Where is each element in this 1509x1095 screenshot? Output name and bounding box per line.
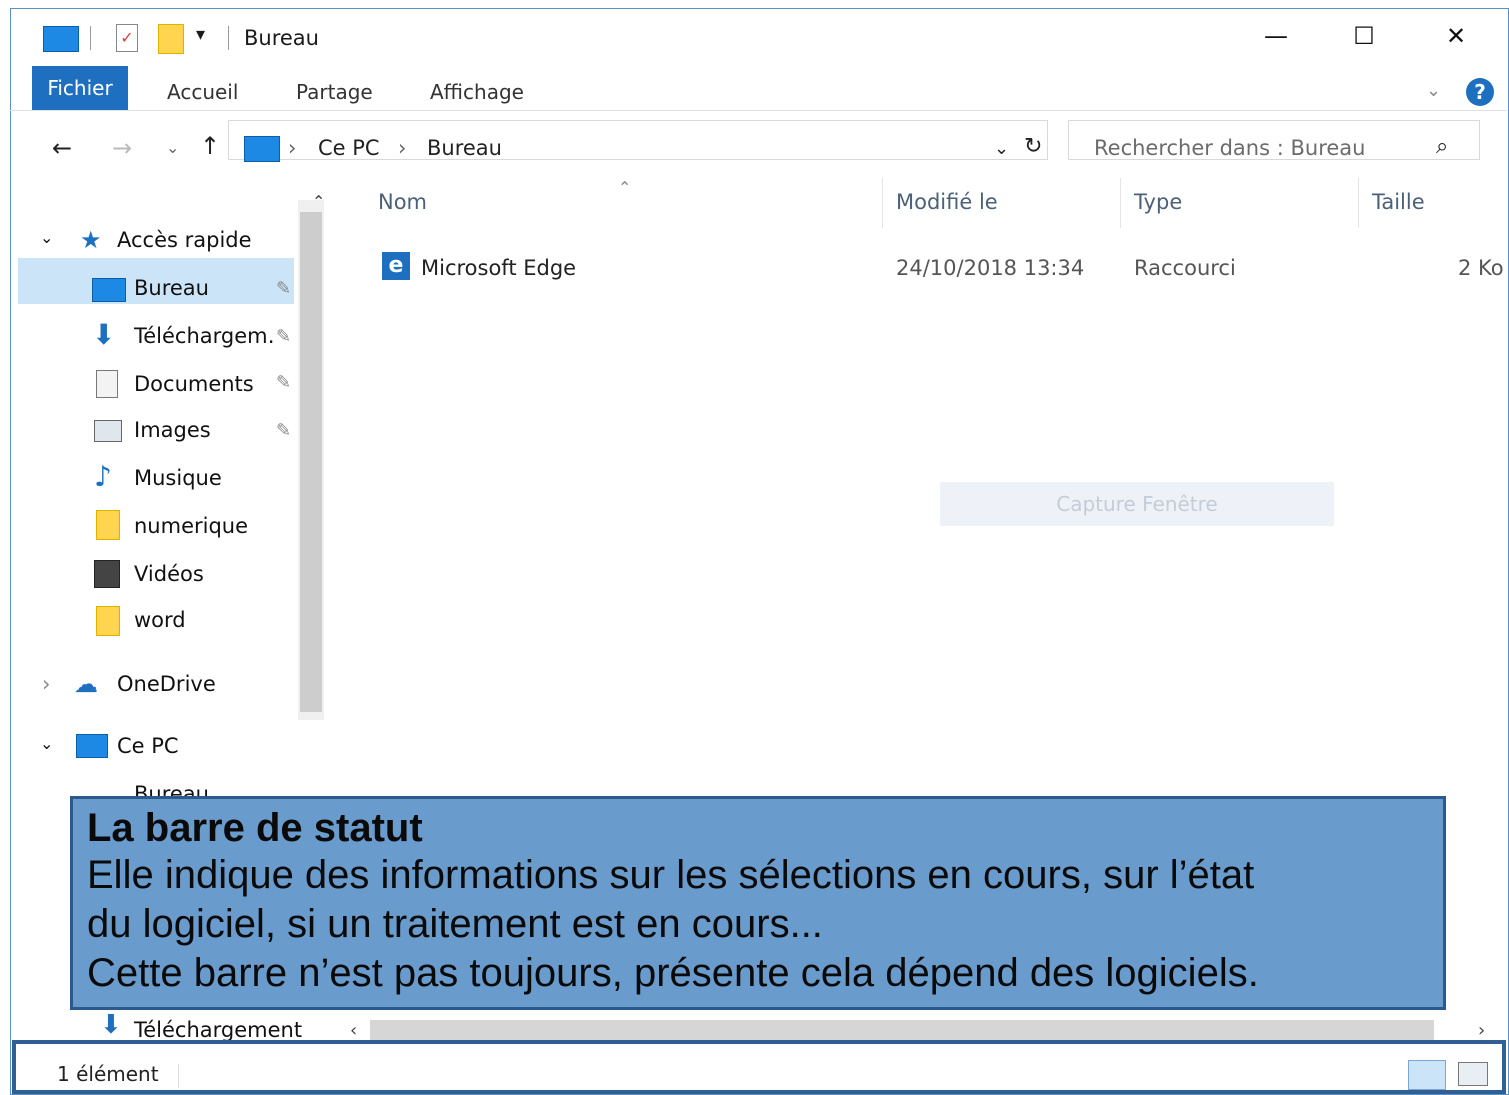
pc-icon (244, 136, 280, 162)
large-icons-view-icon[interactable] (1458, 1062, 1488, 1086)
folder-icon (96, 606, 120, 636)
pin-icon[interactable]: ✎ (276, 278, 291, 299)
star-icon: ★ (80, 226, 102, 254)
divider (178, 1064, 179, 1088)
nav-item-desktop[interactable]: Bureau (134, 276, 209, 300)
minimize-button[interactable]: — (1246, 22, 1306, 50)
expand-ribbon-icon[interactable]: ⌄ (1426, 80, 1441, 101)
chevron-right-icon[interactable]: › (42, 672, 50, 696)
pin-icon[interactable]: ✎ (276, 372, 291, 393)
column-size[interactable]: Taille (1372, 190, 1425, 214)
nav-item-word[interactable]: word (134, 608, 186, 632)
chevron-down-icon[interactable]: ⌄ (40, 734, 53, 753)
document-icon (96, 370, 118, 398)
nav-onedrive[interactable]: OneDrive (117, 672, 216, 696)
pc-icon (76, 734, 108, 758)
column-name[interactable]: Nom (378, 190, 427, 214)
scroll-left-icon[interactable]: ‹ (350, 1020, 357, 1041)
tab-home[interactable]: Accueil (167, 80, 238, 104)
new-folder-icon[interactable] (158, 24, 184, 54)
address-dropdown-icon[interactable]: ⌄ (994, 138, 1009, 159)
divider (228, 26, 229, 50)
desktop-icon (92, 278, 126, 302)
window-title: Bureau (244, 26, 319, 50)
nav-quick-access[interactable]: Accès rapide (117, 228, 252, 252)
scroll-right-icon[interactable]: › (1478, 1020, 1485, 1041)
nav-item-images[interactable]: Images (134, 418, 211, 442)
forward-button[interactable]: → (112, 134, 132, 162)
file-modified: 24/10/2018 13:34 (896, 256, 1085, 280)
edge-shortcut-icon: e (382, 252, 410, 280)
annotation-title: La barre de statut (87, 806, 423, 850)
chevron-down-icon[interactable]: ⌄ (40, 228, 53, 247)
back-button[interactable]: ← (52, 134, 72, 162)
annotation-line: Elle indique des informations sur les sé… (87, 853, 1255, 897)
maximize-button[interactable]: ☐ (1334, 22, 1394, 50)
download-icon: ⬇ (92, 318, 116, 351)
chevron-right-icon: › (288, 136, 297, 160)
nav-item-documents[interactable]: Documents (134, 372, 254, 396)
nav-item-music[interactable]: Musique (134, 466, 222, 490)
breadcrumb-desktop[interactable]: Bureau (427, 136, 502, 160)
quick-access-dropdown-icon[interactable]: ▾ (196, 24, 205, 45)
chevron-right-icon: › (398, 136, 407, 160)
cloud-icon: ☁ (74, 670, 98, 698)
tab-file[interactable]: Fichier (32, 66, 128, 110)
file-type: Raccourci (1134, 256, 1236, 280)
image-icon (94, 420, 122, 442)
scroll-up-icon[interactable]: ⌃ (312, 192, 325, 211)
search-icon[interactable]: ⌕ (1436, 134, 1448, 159)
capture-watermark: Capture Fenêtre (940, 482, 1334, 526)
annotation-line: Cette barre n’est pas toujours, présente… (87, 951, 1259, 995)
column-modified[interactable]: Modifié le (896, 190, 998, 214)
download-icon: ⬇ (100, 1010, 122, 1040)
nav-item-videos[interactable]: Vidéos (134, 562, 204, 586)
column-divider[interactable] (1358, 178, 1359, 228)
column-divider[interactable] (1120, 178, 1121, 228)
tab-share[interactable]: Partage (296, 80, 373, 104)
help-icon[interactable]: ? (1466, 78, 1494, 106)
nav-item-numerique[interactable]: numerique (134, 514, 248, 538)
nav-pc-item-downloads[interactable]: Téléchargement (134, 1018, 302, 1042)
pin-icon[interactable]: ✎ (276, 420, 291, 441)
file-name[interactable]: Microsoft Edge (421, 256, 576, 280)
properties-icon[interactable]: ✓ (116, 24, 138, 52)
close-button[interactable]: ✕ (1426, 22, 1486, 50)
search-placeholder[interactable]: Rechercher dans : Bureau (1094, 136, 1365, 160)
annotation-line: du logiciel, si un traitement est en cou… (87, 902, 823, 946)
nav-item-downloads[interactable]: Téléchargem… (134, 324, 276, 348)
recent-locations-icon[interactable]: ⌄ (166, 138, 179, 157)
nav-scrollbar-thumb[interactable] (300, 212, 322, 712)
sort-ascending-icon: ⌃ (618, 178, 632, 197)
horizontal-scrollbar-thumb[interactable] (370, 1020, 1434, 1040)
details-view-icon[interactable] (1408, 1060, 1446, 1090)
divider (90, 26, 91, 50)
refresh-icon[interactable]: ↻ (1024, 134, 1042, 159)
status-item-count: 1 élément (57, 1062, 159, 1086)
file-size: 2 Ko (1458, 256, 1504, 280)
music-icon: ♪ (94, 460, 112, 493)
nav-this-pc[interactable]: Ce PC (117, 734, 179, 758)
breadcrumb-this-pc[interactable]: Ce PC (318, 136, 380, 160)
desktop-icon (43, 26, 79, 52)
column-divider[interactable] (882, 178, 883, 228)
tab-view[interactable]: Affichage (430, 80, 524, 104)
status-bar-annotation: La barre de statut Elle indique des info… (70, 796, 1446, 1010)
column-type[interactable]: Type (1134, 190, 1182, 214)
pin-icon[interactable]: ✎ (276, 326, 291, 347)
up-button[interactable]: ↑ (200, 132, 220, 160)
video-icon (94, 560, 120, 588)
status-bar-highlight (12, 1040, 1506, 1094)
folder-icon (96, 510, 120, 540)
